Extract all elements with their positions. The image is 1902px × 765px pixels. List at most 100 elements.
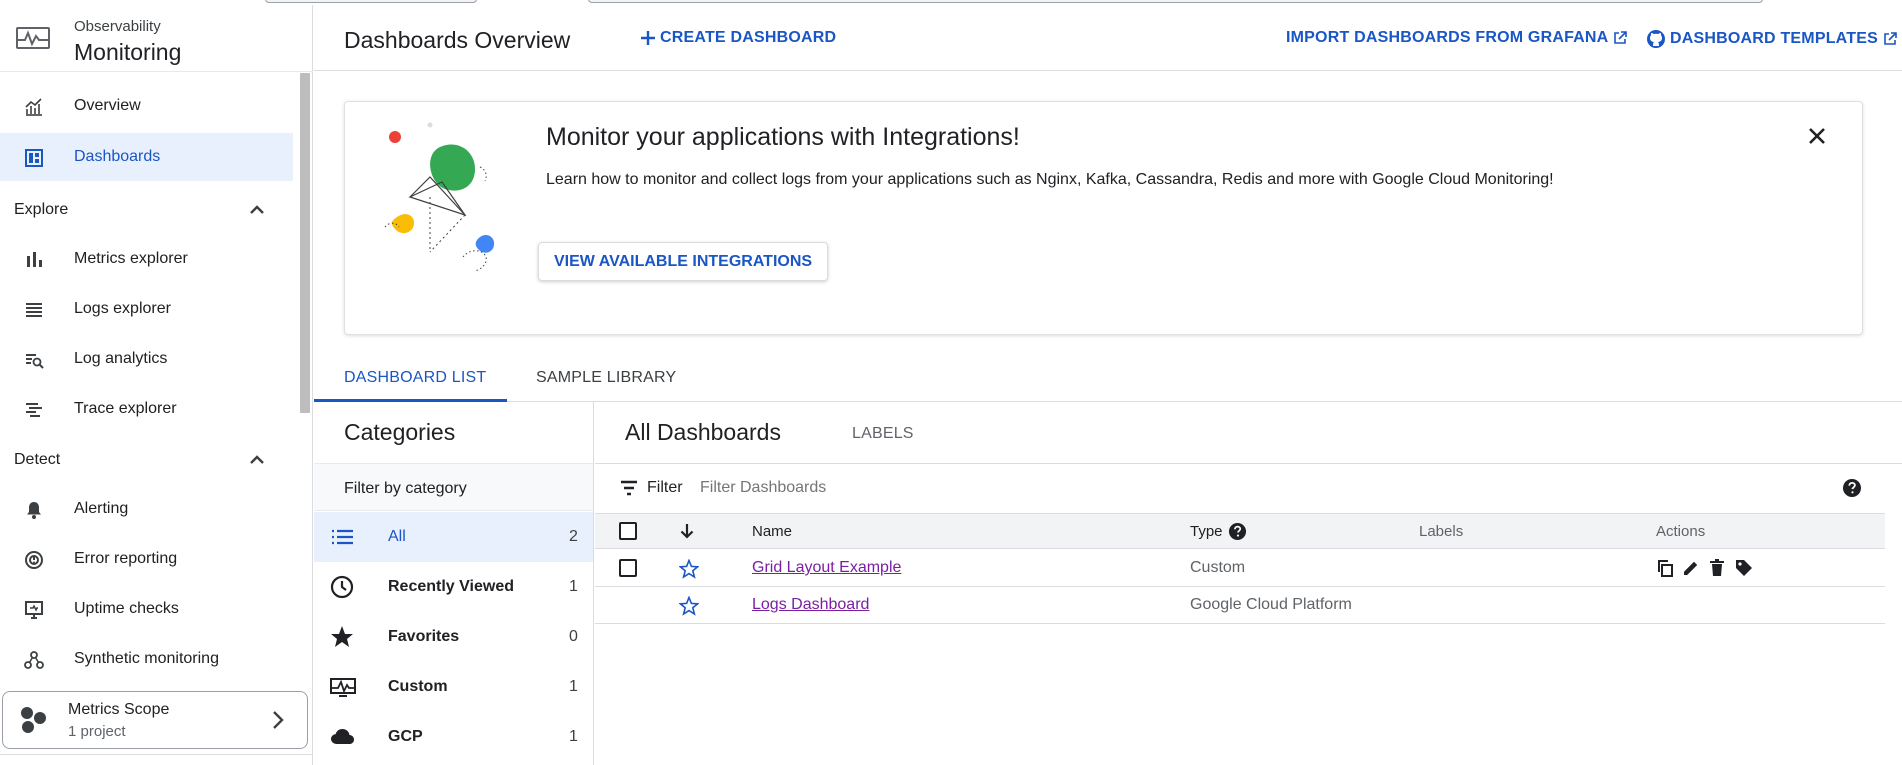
category-all[interactable]: All 2 xyxy=(314,512,593,562)
category-custom[interactable]: Custom 1 xyxy=(314,662,593,712)
category-recently-viewed[interactable]: Recently Viewed 1 xyxy=(314,562,593,612)
integrations-illustration xyxy=(375,122,515,287)
filter-by-category: Filter by category xyxy=(314,463,593,511)
column-type[interactable]: Type xyxy=(1190,523,1223,540)
sidebar-item-overview[interactable]: Overview xyxy=(0,82,293,130)
banner-description: Learn how to monitor and collect logs fr… xyxy=(546,171,1554,188)
sidebar-item-log-analytics[interactable]: Log analytics xyxy=(0,335,293,383)
label-icon[interactable] xyxy=(1735,559,1753,577)
row-checkbox[interactable] xyxy=(619,559,637,577)
sidebar-item-metrics-explorer[interactable]: Metrics explorer xyxy=(0,235,293,283)
category-count: 1 xyxy=(569,678,578,695)
nodes-icon xyxy=(24,650,44,670)
create-dashboard-label: CREATE DASHBOARD xyxy=(660,29,837,46)
dashboard-type: Custom xyxy=(1190,559,1246,576)
metrics-scope-icon xyxy=(19,706,49,734)
product-name: Monitoring xyxy=(74,39,182,65)
section-detect-toggle[interactable]: Detect xyxy=(0,439,293,479)
section-explore-toggle[interactable]: Explore xyxy=(0,189,293,229)
create-dashboard-button[interactable]: CREATE DASHBOARD xyxy=(636,29,836,47)
sidebar-item-trace-explorer[interactable]: Trace explorer xyxy=(0,385,293,433)
main-content: Dashboards Overview CREATE DASHBOARD IMP… xyxy=(314,5,1902,765)
category-count: 2 xyxy=(569,528,578,545)
sidebar-item-alerting[interactable]: Alerting xyxy=(0,485,293,533)
category-label: GCP xyxy=(388,728,423,745)
filter-dashboards-input[interactable] xyxy=(700,472,1500,504)
tab-dashboard-list[interactable]: DASHBOARD LIST xyxy=(344,354,486,402)
sidebar-item-uptime-checks[interactable]: Uptime checks xyxy=(0,585,293,633)
sort-arrow-down-icon[interactable] xyxy=(678,522,696,540)
category-label: All xyxy=(388,528,406,545)
monitor-icon xyxy=(24,600,44,620)
category-count: 1 xyxy=(569,578,578,595)
external-link-icon xyxy=(1878,31,1902,47)
list-icon xyxy=(330,525,356,549)
dashboard-type: Google Cloud Platform xyxy=(1190,596,1352,613)
sidebar: Observability Monitoring Overview Dashbo… xyxy=(0,5,313,765)
clock-icon xyxy=(330,575,356,599)
sidebar-item-label: Synthetic monitoring xyxy=(74,650,219,667)
select-all-checkbox[interactable] xyxy=(619,522,637,540)
close-icon[interactable] xyxy=(1807,126,1827,146)
delete-icon[interactable] xyxy=(1708,559,1726,577)
sidebar-item-logs-explorer[interactable]: Logs explorer xyxy=(0,285,293,333)
categories-panel: Categories Filter by category All 2 Rece… xyxy=(314,402,594,765)
table-row: Logs Dashboard Google Cloud Platform xyxy=(595,587,1885,624)
error-reporting-icon xyxy=(24,550,44,570)
category-label: Favorites xyxy=(388,628,460,645)
product-brand: Observability Monitoring xyxy=(0,5,313,72)
all-dashboards-title: All Dashboards xyxy=(625,419,781,445)
dashboard-link[interactable]: Logs Dashboard xyxy=(752,596,869,614)
filter-icon[interactable] xyxy=(620,480,638,496)
metrics-scope-button[interactable]: Metrics Scope 1 project xyxy=(2,691,308,749)
tab-sample-library[interactable]: SAMPLE LIBRARY xyxy=(536,354,676,402)
help-icon[interactable] xyxy=(1842,478,1862,498)
external-link-icon xyxy=(1608,30,1632,46)
sidebar-scrollbar[interactable] xyxy=(300,73,310,413)
category-label: Custom xyxy=(388,678,448,695)
page-title: Dashboards Overview xyxy=(344,27,571,53)
github-icon xyxy=(1642,29,1670,49)
star-outline-icon[interactable] xyxy=(679,596,699,616)
sidebar-item-synthetic-monitoring[interactable]: Synthetic monitoring xyxy=(0,635,293,683)
dashboard-templates-button[interactable]: DASHBOARD TEMPLATES xyxy=(1642,29,1902,49)
view-integrations-button[interactable]: VIEW AVAILABLE INTEGRATIONS xyxy=(538,242,829,281)
chart-line-icon xyxy=(24,97,44,117)
copy-icon[interactable] xyxy=(1656,559,1674,577)
section-heading: Detect xyxy=(14,451,61,468)
star-outline-icon[interactable] xyxy=(679,559,699,579)
import-grafana-button[interactable]: IMPORT DASHBOARDS FROM GRAFANA xyxy=(1286,29,1632,47)
type-help-icon[interactable] xyxy=(1228,522,1247,541)
metrics-scope-subtitle: 1 project xyxy=(68,723,126,740)
sidebar-item-label: Log analytics xyxy=(74,350,168,367)
sidebar-item-label: Dashboards xyxy=(74,148,161,165)
trace-icon xyxy=(24,400,44,420)
product-group: Observability xyxy=(74,18,161,35)
integrations-banner: Monitor your applications with Integrati… xyxy=(344,101,1863,335)
category-favorites[interactable]: Favorites 0 xyxy=(314,612,593,662)
category-label: Recently Viewed xyxy=(388,578,514,595)
edit-icon[interactable] xyxy=(1682,559,1700,577)
plus-icon xyxy=(636,30,660,46)
column-name[interactable]: Name xyxy=(752,523,792,540)
sidebar-item-label: Logs explorer xyxy=(74,300,171,317)
browser-tab-edge xyxy=(265,0,477,3)
chevron-up-icon xyxy=(248,451,266,469)
sidebar-item-label: Error reporting xyxy=(74,550,178,567)
section-heading: Explore xyxy=(14,201,69,218)
column-actions: Actions xyxy=(1656,523,1706,540)
sidebar-item-dashboards[interactable]: Dashboards xyxy=(0,133,293,181)
divider xyxy=(0,754,313,755)
filter-bar: Filter xyxy=(595,464,1902,512)
sidebar-item-error-reporting[interactable]: Error reporting xyxy=(0,535,293,583)
dashboard-icon xyxy=(24,148,44,168)
column-labels: Labels xyxy=(1419,523,1464,540)
table-row: Grid Layout Example Custom xyxy=(595,550,1885,587)
dashboard-link[interactable]: Grid Layout Example xyxy=(752,559,901,577)
category-gcp[interactable]: GCP 1 xyxy=(314,712,593,762)
sidebar-item-label: Uptime checks xyxy=(74,600,179,617)
page-header: Dashboards Overview CREATE DASHBOARD IMP… xyxy=(314,5,1902,71)
sidebar-item-label: Trace explorer xyxy=(74,400,177,417)
list-search-icon xyxy=(24,350,44,370)
labels-tab[interactable]: LABELS xyxy=(852,425,914,443)
